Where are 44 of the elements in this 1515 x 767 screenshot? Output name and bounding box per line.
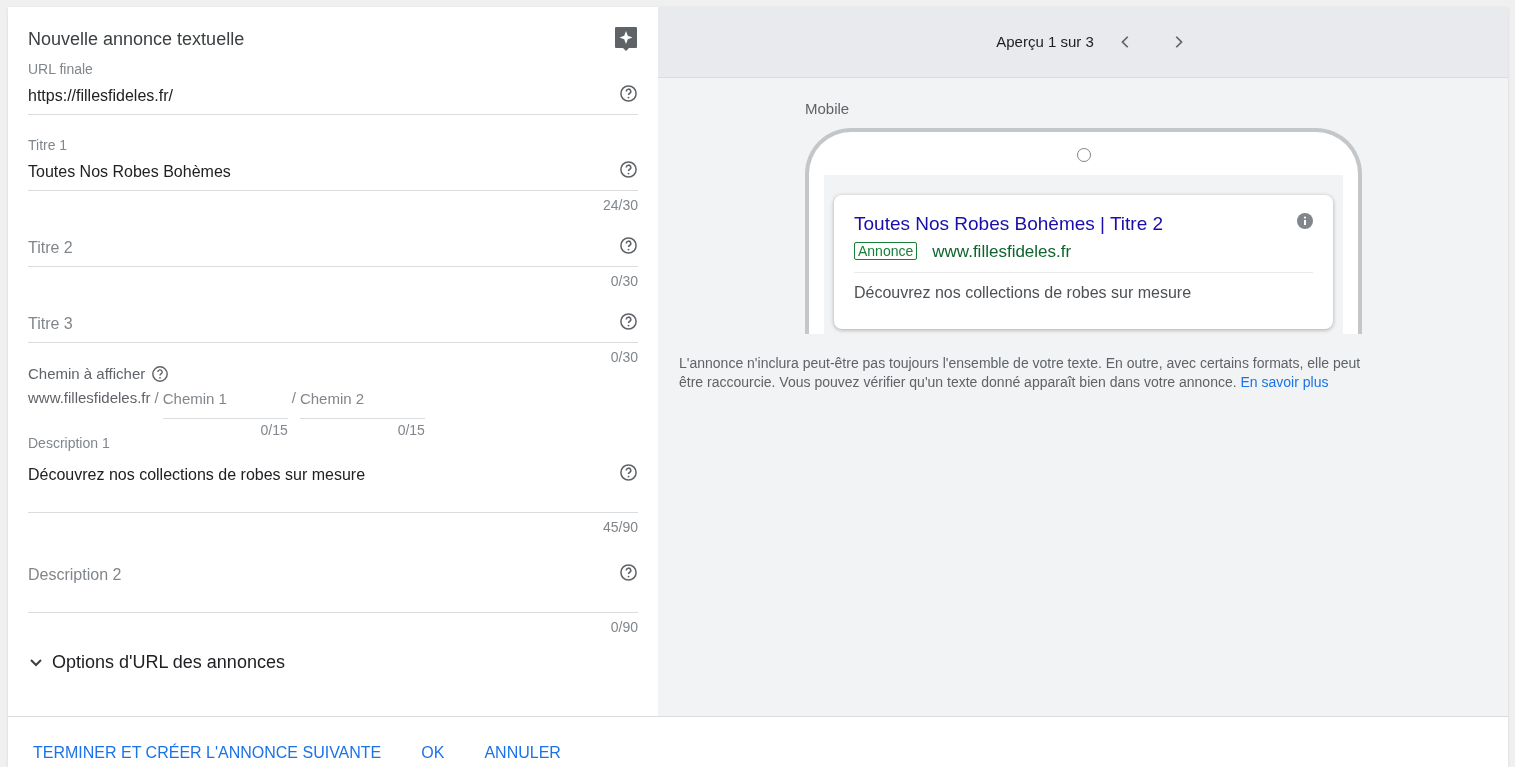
footer-button[interactable]: OK — [421, 739, 445, 767]
help-icon[interactable] — [151, 365, 170, 383]
footer-button[interactable]: ANNULER — [484, 739, 561, 767]
preview-note: L'annonce n'inclura peut-être pas toujours l'ensemble de votre texte. En outre, avec certains formats, elle peut être raccourcie. Vous pouvez vérifier qu'un texte donné apparaît bien dans votre annonce. En savoir plus — [679, 354, 1362, 392]
input-field[interactable]: Titre 3 — [28, 307, 638, 343]
path-separator: / — [153, 387, 160, 408]
help-icon[interactable] — [619, 463, 638, 482]
ad-headline[interactable]: Toutes Nos Robes Bohèmes | Titre 2 — [854, 210, 1164, 239]
ad-description: Découvrez nos collections de robes sur mesure — [854, 283, 1193, 303]
learn-more-link[interactable]: En savoir plus — [1240, 374, 1329, 390]
input-field[interactable]: Découvrez nos collections de robes sur mesure — [28, 453, 638, 513]
input-field[interactable]: Chemin 2 — [299, 385, 425, 419]
input-field[interactable]: Description 2 — [28, 553, 638, 613]
character-counter: 24/30 — [602, 196, 638, 215]
field-label: URL finale — [28, 59, 93, 79]
character-counter: 0/15 — [260, 420, 288, 440]
field-label: Description 1 — [28, 433, 110, 453]
character-counter: 0/30 — [610, 348, 638, 367]
path-separator: / — [290, 387, 297, 408]
character-counter: 0/15 — [397, 420, 425, 440]
help-icon[interactable] — [619, 160, 638, 179]
footer-button[interactable]: TERMINER ET CRÉER L'ANNONCE SUIVANTE — [33, 739, 382, 767]
character-counter: 45/90 — [602, 518, 638, 537]
character-counter: 0/30 — [610, 272, 638, 291]
help-icon[interactable] — [619, 236, 638, 255]
help-icon[interactable] — [619, 563, 638, 582]
ad-url: www.fillesfideles.fr — [932, 240, 1072, 263]
url-prefix: www.fillesfideles.fr — [28, 387, 151, 408]
sparkle-bubble-icon[interactable] — [614, 26, 638, 52]
help-icon[interactable] — [619, 312, 638, 331]
options-toggle[interactable]: Options d'URL des annonces — [28, 649, 285, 676]
device-label: Mobile — [805, 99, 851, 118]
input-field[interactable]: Toutes Nos Robes Bohèmes — [28, 155, 638, 191]
field-label: Chemin à afficher — [28, 363, 146, 384]
form-title: Nouvelle annonce textuelle — [28, 27, 245, 51]
input-field[interactable]: Titre 2 — [28, 231, 638, 267]
field-label: Titre 1 — [28, 135, 68, 155]
character-counter: 0/90 — [610, 618, 638, 637]
info-icon[interactable] — [1297, 213, 1313, 229]
pager-label: Aperçu 1 sur 3 — [996, 31, 1094, 52]
help-icon[interactable] — [619, 84, 638, 103]
input-field[interactable]: https://fillesfideles.fr/ — [28, 79, 638, 115]
input-field[interactable]: Chemin 1 — [162, 385, 288, 419]
ad-badge: Annonce — [854, 242, 918, 261]
